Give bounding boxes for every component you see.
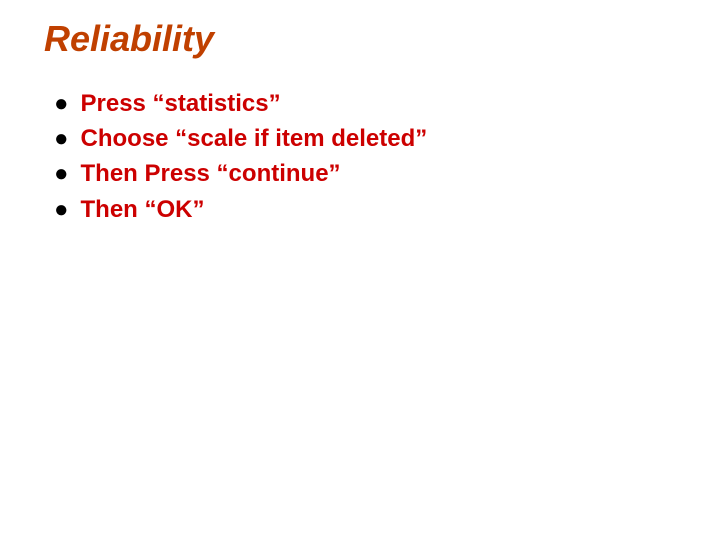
bullet-icon: ● xyxy=(54,88,69,119)
bullet-text: Press “statistics” xyxy=(81,88,281,119)
slide-container: Reliability ● Press “statistics” ● Choos… xyxy=(0,0,720,247)
list-item: ● Then “OK” xyxy=(54,194,676,225)
bullet-text: Then “OK” xyxy=(81,194,205,225)
bullet-icon: ● xyxy=(54,158,69,189)
bullet-icon: ● xyxy=(54,123,69,154)
list-item: ● Choose “scale if item deleted” xyxy=(54,123,676,154)
list-item: ● Then Press “continue” xyxy=(54,158,676,189)
list-item: ● Press “statistics” xyxy=(54,88,676,119)
bullet-list: ● Press “statistics” ● Choose “scale if … xyxy=(44,88,676,225)
slide-title: Reliability xyxy=(44,18,676,60)
bullet-icon: ● xyxy=(54,194,69,225)
bullet-text: Then Press “continue” xyxy=(81,158,341,189)
bullet-text: Choose “scale if item deleted” xyxy=(81,123,428,154)
